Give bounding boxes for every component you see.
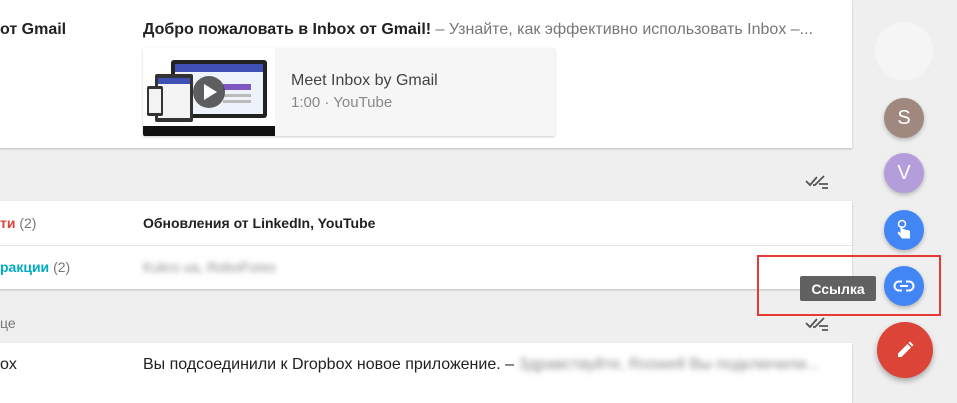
email-card-welcome[interactable]: от Gmail Добро пожаловать в Inbox от Gma… — [0, 0, 852, 148]
reminder-hand-icon — [897, 219, 910, 239]
bundle-name: ти — [0, 215, 16, 231]
mark-done-all-icon[interactable] — [805, 173, 829, 189]
bundles-card: ти (2) Обновления от LinkedIn, YouTube р… — [0, 201, 852, 289]
bundle-label: ракции (2) — [0, 245, 70, 289]
email-subject-line: Вы подсоединили к Dropbox новое приложен… — [143, 343, 833, 387]
bundle-row-social[interactable]: ти (2) Обновления от LinkedIn, YouTube — [0, 201, 852, 245]
email-snippet-blurred: Здравствуйте, Roswell Вы подключили... — [514, 356, 820, 373]
video-meta: 1:00 · YouTube — [291, 94, 393, 111]
contact-initial: S — [897, 106, 911, 129]
link-fab-button[interactable] — [884, 266, 924, 306]
bundle-count: (2) — [19, 215, 37, 231]
email-subject: Добро пожаловать в Inbox от Gmail! — [143, 21, 432, 38]
bundle-count: (2) — [53, 259, 71, 275]
bundle-row-promotions[interactable]: ракции (2) Kukro ua, RoboForex — [0, 245, 852, 289]
bundle-label: ти (2) — [0, 201, 36, 245]
link-icon — [893, 280, 915, 292]
fab-placeholder — [875, 22, 933, 80]
email-snippet: – Узнайте, как эффективно использовать I… — [431, 21, 813, 38]
email-card-dropbox[interactable]: ox Вы подсоединили к Dropbox новое прило… — [0, 343, 852, 403]
pencil-icon — [898, 341, 914, 357]
tooltip-text: Ссылка — [811, 280, 865, 297]
contact-fab-s[interactable]: S — [884, 98, 924, 138]
bundle-subject-rest: , YouTube — [310, 215, 376, 231]
link-tooltip: Ссылка — [800, 276, 876, 301]
email-subject: Вы подсоединили к Dropbox новое приложен… — [143, 356, 515, 373]
section-label: це — [0, 315, 16, 331]
reminder-fab-button[interactable] — [884, 210, 924, 250]
bundle-name: ракции — [0, 259, 50, 275]
email-sender: ox — [0, 356, 17, 373]
mark-done-all-icon[interactable] — [805, 315, 829, 331]
bundle-subject: Обновления от LinkedIn, YouTube — [143, 201, 833, 245]
email-sender: от Gmail — [0, 21, 67, 38]
contact-initial: V — [897, 161, 911, 184]
bundle-subject-blurred: Kukro ua, RoboForex — [143, 259, 277, 275]
bundle-subject-bold: Обновления от LinkedIn — [143, 215, 311, 231]
compose-fab-button[interactable] — [877, 322, 933, 378]
video-attachment[interactable]: Meet Inbox by Gmail 1:00 · YouTube — [143, 48, 555, 136]
video-title: Meet Inbox by Gmail — [291, 72, 438, 89]
contact-fab-v[interactable]: V — [884, 153, 924, 193]
email-subject-line: Добро пожаловать в Inbox от Gmail! – Узн… — [143, 8, 833, 52]
video-thumbnail[interactable] — [143, 48, 275, 136]
